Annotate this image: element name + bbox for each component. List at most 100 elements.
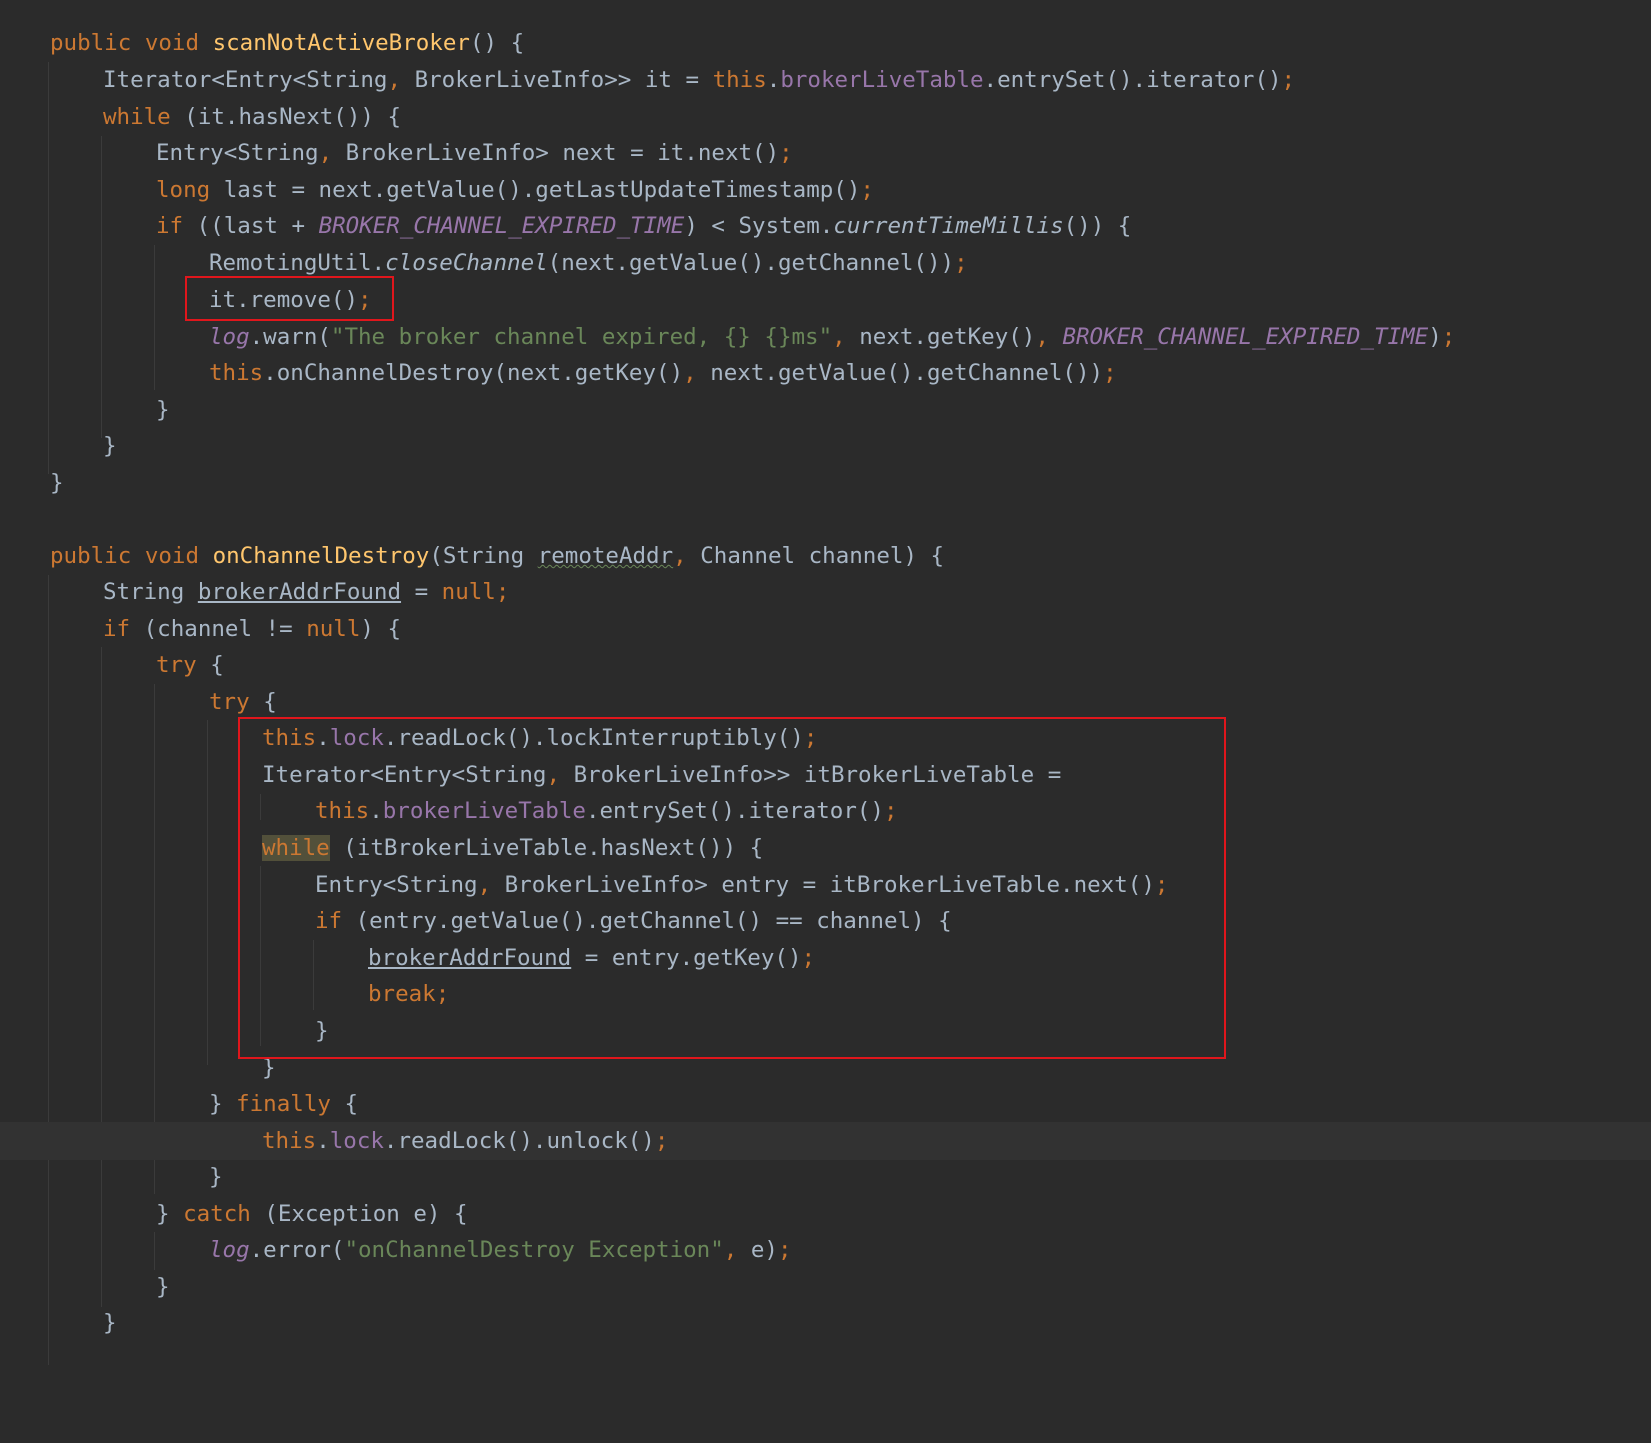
code-token: BrokerLiveInfo>> it = (414, 67, 713, 93)
code-token: ) (1428, 324, 1442, 350)
code-text: } (103, 427, 117, 465)
code-token: try (209, 689, 264, 715)
code-line[interactable]: if ((last + BROKER_CHANNEL_EXPIRED_TIME)… (0, 207, 1651, 245)
code-token: ((last + (196, 213, 319, 239)
code-line[interactable]: public void onChannelDestroy(String remo… (0, 537, 1651, 575)
code-token: ; (954, 250, 968, 276)
code-line[interactable] (0, 500, 1651, 538)
code-token: { (210, 652, 224, 678)
code-line[interactable]: } (0, 1158, 1651, 1196)
code-token: } (156, 1274, 170, 1300)
code-token: closeChannel (385, 250, 548, 276)
code-token: lock (329, 1128, 384, 1154)
code-token: public void (50, 543, 213, 569)
code-text: long last = next.getValue().getLastUpdat… (156, 171, 874, 209)
code-token: } (156, 397, 170, 423)
code-line[interactable]: Entry<String, BrokerLiveInfo> next = it.… (0, 134, 1651, 172)
code-token: last = next.getValue().getLastUpdateTime… (223, 177, 861, 203)
code-token: . (766, 67, 781, 93)
code-line[interactable]: } (0, 464, 1651, 502)
code-token: public void (50, 30, 213, 56)
code-token: if (156, 213, 197, 239)
code-line[interactable]: public void scanNotActiveBroker() { (0, 24, 1651, 62)
code-token: RemotingUtil. (209, 250, 386, 276)
code-token: this (712, 67, 767, 93)
code-token: } (50, 470, 64, 496)
code-token: (String (429, 543, 538, 569)
code-token: "The broker channel expired, {} {}ms" (330, 324, 833, 350)
code-text: log.error("onChannelDestroy Exception", … (209, 1231, 792, 1269)
code-token: = (401, 579, 442, 605)
highlight-box-iteration-block (238, 717, 1226, 1059)
code-token: BROKER_CHANNEL_EXPIRED_TIME (318, 213, 685, 239)
code-token: null (441, 579, 496, 605)
code-line[interactable]: while (it.hasNext()) { (0, 98, 1651, 136)
code-token: brokerLiveTable (780, 67, 984, 93)
code-token: BrokerLiveInfo> next = it.next() (345, 140, 780, 166)
code-token: () { (469, 30, 525, 56)
code-token: { (344, 1091, 359, 1117)
code-token: (next.getValue().getChannel()) (547, 250, 955, 276)
code-token: Iterator<Entry<String (103, 67, 388, 93)
code-token: (channel != (143, 616, 307, 642)
code-token: ; (860, 177, 874, 203)
code-text: this.lock.readLock().unlock(); (262, 1122, 668, 1160)
code-line[interactable]: String brokerAddrFound = null; (0, 573, 1651, 611)
code-line[interactable]: Iterator<Entry<String, BrokerLiveInfo>> … (0, 61, 1651, 99)
code-token: { (263, 689, 277, 715)
code-line[interactable]: } catch (Exception e) { (0, 1195, 1651, 1233)
code-line[interactable]: log.error("onChannelDestroy Exception", … (0, 1231, 1651, 1269)
code-token: String (103, 579, 198, 605)
code-token: log (209, 1237, 250, 1263)
code-token: .error( (249, 1237, 345, 1263)
code-line[interactable]: this.lock.readLock().unlock(); (0, 1122, 1651, 1160)
code-text: while (it.hasNext()) { (103, 98, 401, 136)
code-token: ()) { (1063, 213, 1132, 239)
code-line[interactable]: try { (0, 646, 1651, 684)
code-token: catch (183, 1201, 265, 1227)
code-line[interactable]: long last = next.getValue().getLastUpdat… (0, 171, 1651, 209)
code-text: if (channel != null) { (103, 610, 401, 648)
code-editor[interactable]: public void scanNotActiveBroker() {Itera… (0, 0, 1651, 1443)
code-token: scanNotActiveBroker (212, 30, 470, 56)
code-line[interactable]: } (0, 1268, 1651, 1306)
code-token: .onChannelDestroy(next.getKey() (263, 360, 684, 386)
code-token: , (387, 67, 415, 93)
code-token: ; (654, 1128, 669, 1154)
code-token: , (723, 1237, 751, 1263)
code-line[interactable]: try { (0, 683, 1651, 721)
code-token: this (209, 360, 264, 386)
code-token: (it.hasNext()) { (184, 104, 402, 130)
code-line[interactable]: } (0, 391, 1651, 429)
code-token: long (156, 177, 224, 203)
code-line[interactable]: } (0, 427, 1651, 465)
code-text: if ((last + BROKER_CHANNEL_EXPIRED_TIME)… (156, 207, 1131, 245)
code-token: log (209, 324, 250, 350)
code-text: log.warn("The broker channel expired, {}… (209, 318, 1455, 356)
code-line[interactable]: } (0, 1304, 1651, 1342)
code-line[interactable]: if (channel != null) { (0, 610, 1651, 648)
code-token: .entrySet().iterator() (983, 67, 1282, 93)
code-text: } finally { (209, 1085, 358, 1123)
code-text: try { (156, 646, 224, 684)
code-token: try (156, 652, 211, 678)
code-text: } (156, 1268, 170, 1306)
code-token: . (316, 1128, 330, 1154)
code-text: try { (209, 683, 277, 721)
code-text: Iterator<Entry<String, BrokerLiveInfo>> … (103, 61, 1295, 99)
code-token: } (209, 1164, 223, 1190)
code-token: } (209, 1091, 237, 1117)
code-text: this.onChannelDestroy(next.getKey(), nex… (209, 354, 1117, 392)
code-token: this (262, 1128, 317, 1154)
code-token: ; (495, 579, 510, 605)
code-line[interactable]: } finally { (0, 1085, 1651, 1123)
code-line[interactable]: this.onChannelDestroy(next.getKey(), nex… (0, 354, 1651, 392)
code-token: currentTimeMillis (833, 213, 1064, 239)
code-token: ; (777, 1237, 792, 1263)
code-token: null (306, 616, 361, 642)
code-token: Channel channel) { (700, 543, 945, 569)
code-token: ; (779, 140, 793, 166)
code-token: Entry<String (156, 140, 319, 166)
code-line[interactable]: log.warn("The broker channel expired, {}… (0, 318, 1651, 356)
code-token: (Exception e) { (264, 1201, 468, 1227)
